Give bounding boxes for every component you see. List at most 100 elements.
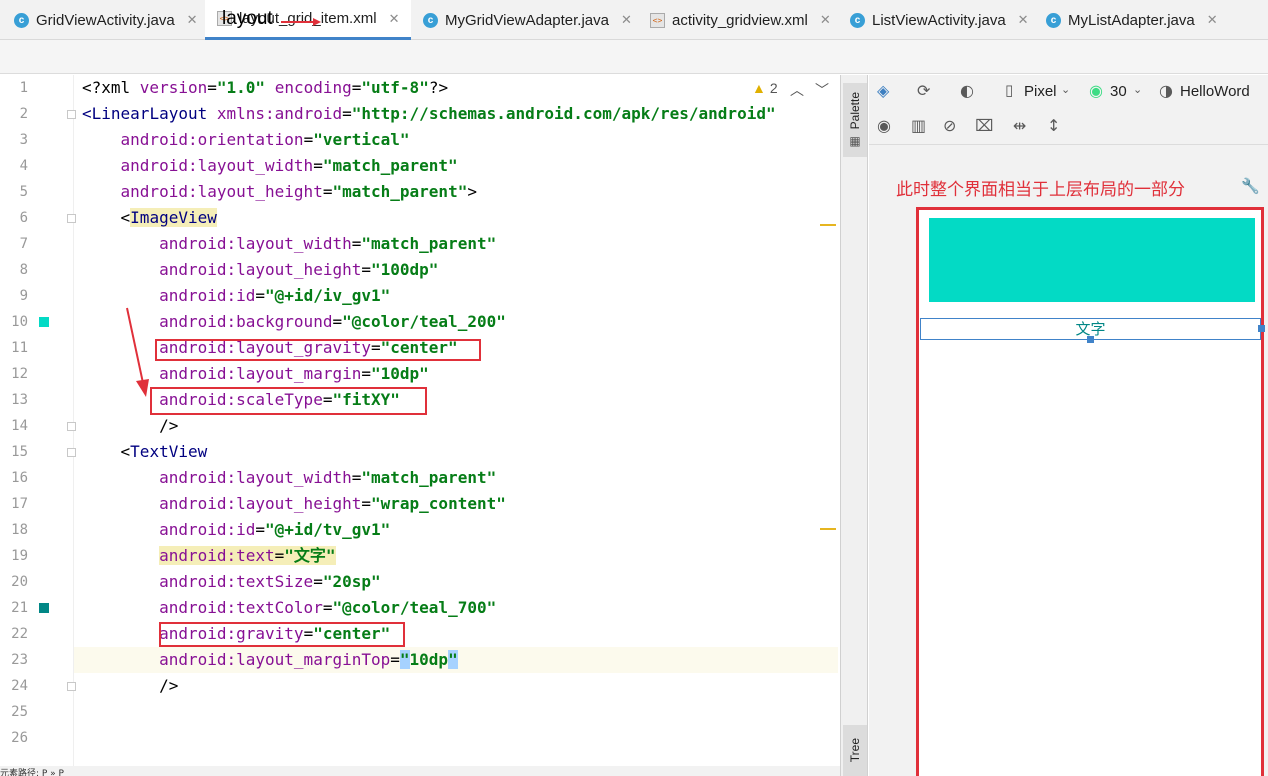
line-number: 10 — [11, 314, 28, 330]
code-line[interactable]: android:layout_width="match_parent" — [74, 231, 838, 257]
chevron-down-icon[interactable]: ⌄ — [1061, 83, 1070, 96]
scroll-marker[interactable] — [820, 528, 836, 530]
code-line[interactable] — [74, 699, 838, 725]
palette-button[interactable]: Palette ▦ — [843, 83, 867, 157]
chevron-down-icon[interactable]: ⌄ — [1133, 83, 1142, 96]
color-swatch-icon[interactable] — [39, 317, 49, 327]
palette-label: Palette — [848, 92, 862, 130]
code-area[interactable]: <?xml version="1.0" encoding="utf-8"?> <L… — [74, 75, 838, 776]
tab-gridviewactivity[interactable]: c GridViewActivity.java ✕ — [14, 0, 198, 40]
close-icon[interactable]: ✕ — [1018, 12, 1029, 28]
line-number: 20 — [11, 574, 28, 590]
code-line[interactable]: android:textSize="20sp" — [74, 569, 838, 595]
code-line[interactable]: android:layout_height="match_parent"> — [74, 179, 838, 205]
line-number: 23 — [11, 652, 28, 668]
tab-label: ListViewActivity.java — [872, 11, 1006, 29]
preview-image-view[interactable] — [929, 218, 1255, 302]
close-icon[interactable]: ✕ — [389, 11, 400, 27]
device-selector[interactable]: Pixel — [1024, 83, 1057, 100]
xml-layout-icon: <> — [650, 12, 665, 28]
status-bar: 元素路径: P » P — [0, 766, 840, 776]
code-line[interactable]: <TextView — [74, 439, 838, 465]
code-line[interactable]: android:background="@color/teal_200" — [74, 309, 838, 335]
line-number: 5 — [19, 184, 28, 200]
java-class-icon: c — [14, 12, 29, 28]
blueprint-icon[interactable]: ▥ — [911, 116, 926, 135]
line-number: 9 — [19, 288, 28, 304]
code-line[interactable]: <LinearLayout xmlns:android="http://sche… — [74, 101, 838, 127]
tab-listviewactivity[interactable]: c ListViewActivity.java ✕ — [850, 0, 1029, 40]
selection-handle[interactable] — [1258, 325, 1265, 332]
code-line[interactable]: android:layout_width="match_parent" — [74, 465, 838, 491]
api-level-selector[interactable]: 30 — [1110, 83, 1127, 100]
code-line[interactable]: android:id="@+id/tv_gv1" — [74, 517, 838, 543]
annotation-box-scaletype — [150, 387, 427, 415]
code-line[interactable]: android:orientation="vertical" — [74, 127, 838, 153]
line-number: 13 — [11, 392, 28, 408]
line-number: 16 — [11, 470, 28, 486]
selection-handle[interactable] — [1087, 336, 1094, 343]
code-line[interactable]: /> — [74, 413, 838, 439]
wrench-icon[interactable]: 🔧 — [1241, 177, 1260, 195]
scroll-marker[interactable] — [820, 224, 836, 226]
line-number: 6 — [19, 210, 28, 226]
code-line[interactable]: /> — [74, 673, 838, 699]
palette-tool-strip: Palette ▦ Tree — [840, 75, 868, 776]
inspection-widget[interactable]: ▲ 2 — [752, 80, 778, 96]
close-icon[interactable]: ✕ — [1207, 12, 1218, 28]
code-line[interactable]: <ImageView — [74, 205, 838, 231]
orientation-icon[interactable]: ⟳ — [917, 81, 930, 100]
line-number: 19 — [11, 548, 28, 564]
close-icon[interactable]: ✕ — [187, 12, 198, 28]
layout-preview-frame[interactable]: 文字 — [916, 207, 1265, 776]
code-line[interactable]: android:layout_margin="10dp" — [74, 361, 838, 387]
annotation-box-gravity — [159, 622, 405, 647]
code-line[interactable] — [74, 725, 838, 751]
line-number: 22 — [11, 626, 28, 642]
chevron-down-icon[interactable]: ﹀ — [815, 80, 829, 100]
tab-label: GridViewActivity.java — [36, 11, 175, 29]
tab-mygridviewadapter[interactable]: c MyGridViewAdapter.java ✕ — [423, 0, 632, 40]
component-tree-button[interactable]: Tree — [843, 725, 867, 776]
chevron-up-icon[interactable]: ︿ — [790, 80, 804, 100]
line-number: 26 — [11, 730, 28, 746]
line-number: 17 — [11, 496, 28, 512]
night-mode-icon[interactable]: ◐ — [960, 81, 974, 100]
vertical-margin-icon[interactable]: ↕ — [1047, 116, 1060, 135]
code-line[interactable]: android:text="文字" — [74, 543, 838, 569]
eye-icon[interactable]: ◉ — [877, 116, 891, 135]
code-line[interactable]: <?xml version="1.0" encoding="utf-8"?> — [74, 75, 838, 101]
line-number: 3 — [19, 132, 28, 148]
tab-activity-gridview[interactable]: <> activity_gridview.xml ✕ — [650, 0, 831, 40]
line-number: 25 — [11, 704, 28, 720]
code-line[interactable]: android:layout_width="match_parent" — [74, 153, 838, 179]
line-number: 2 — [19, 106, 28, 122]
code-line[interactable]: android:layout_height="wrap_content" — [74, 491, 838, 517]
warning-count: 2 — [769, 80, 778, 96]
design-toolbar-bottom: ◉ ▥ ⊘ ⌧ ⇹ ↕ — [869, 111, 1268, 145]
clear-constraints-icon[interactable]: ⌧ — [975, 116, 993, 135]
line-number: 7 — [19, 236, 28, 252]
line-number-gutter: 1 2 3 4 5 6 7 8 9 10 11 12 13 14 15 16 17 18 19 20 21 22 23 24 2… — [0, 75, 76, 776]
theme-icon: ◑ — [1159, 81, 1173, 100]
code-line[interactable]: android:textColor="@color/teal_700" — [74, 595, 838, 621]
tab-mylistadapter[interactable]: c MyListAdapter.java ✕ — [1046, 0, 1218, 40]
line-number: 18 — [11, 522, 28, 538]
layout-design-panel: ◈ ⟳ ◐ ▯ Pixel ⌄ ◉ 30 ⌄ ◑ HelloWord ◉ ▥ ⊘… — [869, 75, 1268, 776]
code-line[interactable]: android:layout_marginTop="10dp" — [74, 647, 838, 673]
close-icon[interactable]: ✕ — [820, 12, 831, 28]
magnet-off-icon[interactable]: ⊘ — [943, 116, 956, 135]
close-icon[interactable]: ✕ — [621, 12, 632, 28]
line-number: 11 — [11, 340, 28, 356]
code-editor[interactable]: 1 2 3 4 5 6 7 8 9 10 11 12 13 14 15 16 17 18 19 20 21 22 23 24 2… — [0, 75, 838, 776]
line-number: 15 — [11, 444, 28, 460]
code-line[interactable]: android:layout_height="100dp" — [74, 257, 838, 283]
horizontal-margin-icon[interactable]: ⇹ — [1013, 116, 1026, 135]
annotation-arrow-icon — [126, 307, 149, 397]
layers-icon[interactable]: ◈ — [877, 81, 889, 100]
code-line[interactable]: android:id="@+id/iv_gv1" — [74, 283, 838, 309]
theme-selector[interactable]: HelloWord — [1180, 83, 1250, 100]
tab-label: MyGridViewAdapter.java — [445, 11, 609, 29]
line-number: 21 — [11, 600, 28, 616]
color-swatch-icon[interactable] — [39, 603, 49, 613]
